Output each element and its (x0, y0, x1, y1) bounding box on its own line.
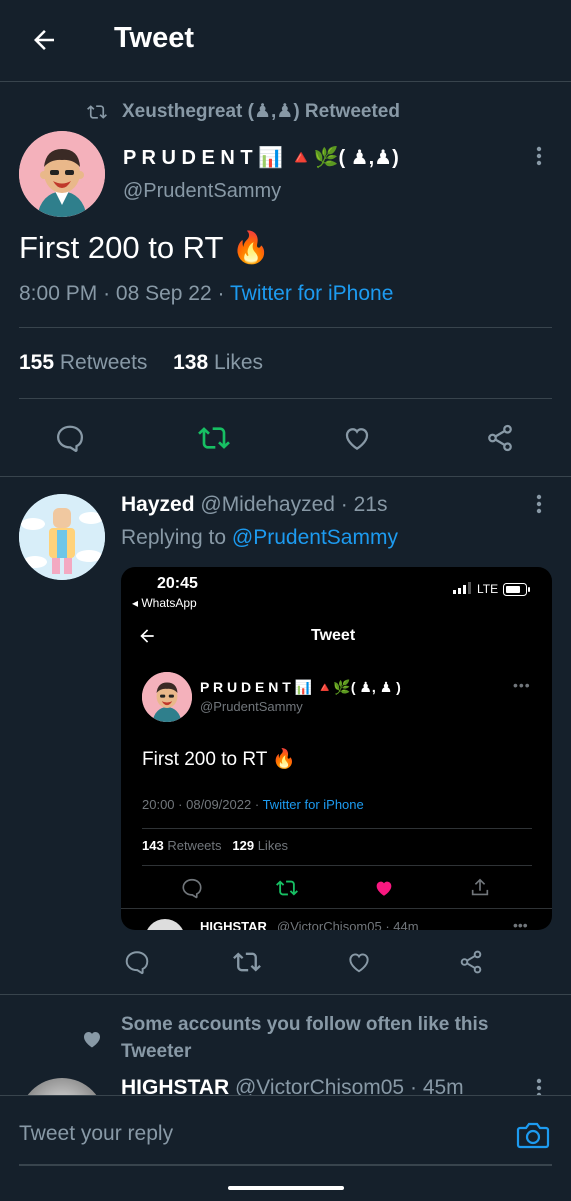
embedded-title: Tweet (311, 627, 356, 644)
page-title: Tweet (114, 22, 195, 54)
embedded-share-icon (469, 877, 491, 899)
avatar[interactable] (19, 131, 105, 217)
social-context-label: Some accounts you follow often like this… (121, 1014, 489, 1062)
attached-image[interactable]: 20:45 ◂ WhatsApp LTE Tweet P R U D E N T… (121, 567, 552, 930)
meta-separator: · (103, 282, 111, 305)
replying-to-link[interactable]: @PrudentSammy (232, 526, 398, 549)
meta-separator: · (217, 282, 225, 305)
tweet-time: 8:00 PM (19, 282, 98, 305)
section-divider (0, 994, 571, 995)
reply-input[interactable]: Tweet your reply (19, 1122, 173, 1146)
embedded-retweet-icon (276, 877, 298, 899)
replying-to-label: Replying to (121, 526, 227, 549)
share-icon[interactable] (482, 420, 518, 456)
embedded-signal-icon (453, 582, 473, 594)
like-heart-icon[interactable] (342, 945, 376, 979)
retweet-button-icon[interactable] (196, 420, 232, 456)
home-indicator (228, 1186, 344, 1190)
retweeted-by-label[interactable]: Xeusthegreat (♟,♟) Retweeted (122, 100, 400, 123)
embedded-more-icon: ••• (513, 917, 528, 930)
embedded-handle: @PrudentSammy (200, 699, 303, 714)
embedded-time: 20:00 (142, 797, 175, 812)
embedded-next-avatar (145, 919, 185, 930)
embedded-tweet-text: First 200 to RT 🔥 (142, 749, 296, 770)
embedded-source: Twitter for iPhone (262, 797, 364, 812)
reply-icon[interactable] (52, 420, 88, 456)
embedded-battery-icon (503, 583, 531, 596)
share-icon[interactable] (454, 945, 488, 979)
embedded-retweets-label: Retweets (167, 838, 222, 853)
tweet-source-link[interactable]: Twitter for iPhone (230, 282, 393, 305)
replying-to-line: Replying to @PrudentSammy (121, 526, 398, 550)
embedded-display-name: P R U D E N T 📊 🔺🌿( ♟, ♟ ) (200, 679, 401, 695)
embedded-next-handle: @VictorChisom05 · 44m (277, 919, 419, 930)
embedded-more-icon: ••• (513, 677, 531, 693)
embedded-back-app: ◂ WhatsApp (132, 596, 197, 610)
retweets-stat[interactable]: 155 Retweets (19, 351, 147, 374)
tweet-date: 08 Sep 22 (115, 282, 212, 305)
embedded-likes-count: 129 (232, 838, 255, 853)
meta-divider (19, 327, 552, 328)
embedded-reply-icon (181, 877, 203, 899)
like-heart-icon[interactable] (339, 420, 375, 456)
embedded-sep: · (178, 797, 183, 812)
embedded-divider (142, 828, 532, 829)
header-divider (0, 81, 571, 82)
retweet-icon (86, 101, 108, 123)
tweet-meta: 8:00 PM · 08 Sep 22 · Twitter for iPhone (19, 282, 393, 306)
embedded-divider (121, 908, 552, 909)
back-arrow-icon[interactable] (26, 22, 62, 58)
author-display-name[interactable]: P R U D E N T 📊 🔺🌿( ♟,♟) (123, 145, 399, 170)
reply-author-handle[interactable]: @Midehayzed (200, 493, 335, 516)
heart-icon (78, 1025, 106, 1053)
embedded-heart-icon (373, 877, 395, 899)
camera-icon[interactable] (514, 1116, 552, 1154)
embedded-divider (142, 865, 532, 866)
reply-icon[interactable] (120, 945, 154, 979)
embedded-meta: 20:00 · 08/09/2022 · Twitter for iPhone (142, 797, 364, 812)
author-handle[interactable]: @PrudentSammy (123, 180, 281, 203)
embedded-next-name: HIGHSTAR (200, 919, 267, 930)
meta-separator: · (340, 493, 348, 516)
tweet-text: First 200 to RT 🔥 (19, 230, 271, 265)
likes-stat[interactable]: 138 Likes (173, 351, 263, 374)
more-options-icon[interactable] (527, 492, 551, 516)
embedded-retweets-count: 143 (142, 838, 164, 853)
stats-divider (19, 398, 552, 399)
reply-author-name[interactable]: Hayzed (121, 493, 195, 516)
embedded-likes-label: Likes (257, 838, 289, 853)
section-divider (0, 476, 571, 477)
reply-age: 21s (353, 493, 388, 516)
reply-input-underline (19, 1164, 552, 1166)
embedded-sep: · (254, 797, 260, 812)
embedded-date: 08/09/2022 (186, 797, 252, 812)
embedded-status-time: 20:45 (157, 575, 198, 592)
reply-header: Hayzed @Midehayzed · 21s (121, 493, 387, 517)
embedded-avatar (142, 672, 192, 722)
avatar[interactable] (19, 494, 105, 580)
retweet-icon[interactable] (230, 945, 264, 979)
retweets-count: 155 (19, 351, 55, 374)
likes-label: Likes (214, 351, 264, 374)
likes-count: 138 (173, 351, 209, 374)
more-options-icon[interactable] (527, 144, 551, 168)
embedded-back-arrow-icon (137, 626, 157, 646)
embedded-stats: 143 Retweets 129 Likes (142, 838, 288, 853)
tweet-stats: 155 Retweets 138 Likes (19, 351, 263, 375)
embedded-network-label: LTE (477, 582, 499, 596)
retweets-label: Retweets (59, 351, 148, 374)
